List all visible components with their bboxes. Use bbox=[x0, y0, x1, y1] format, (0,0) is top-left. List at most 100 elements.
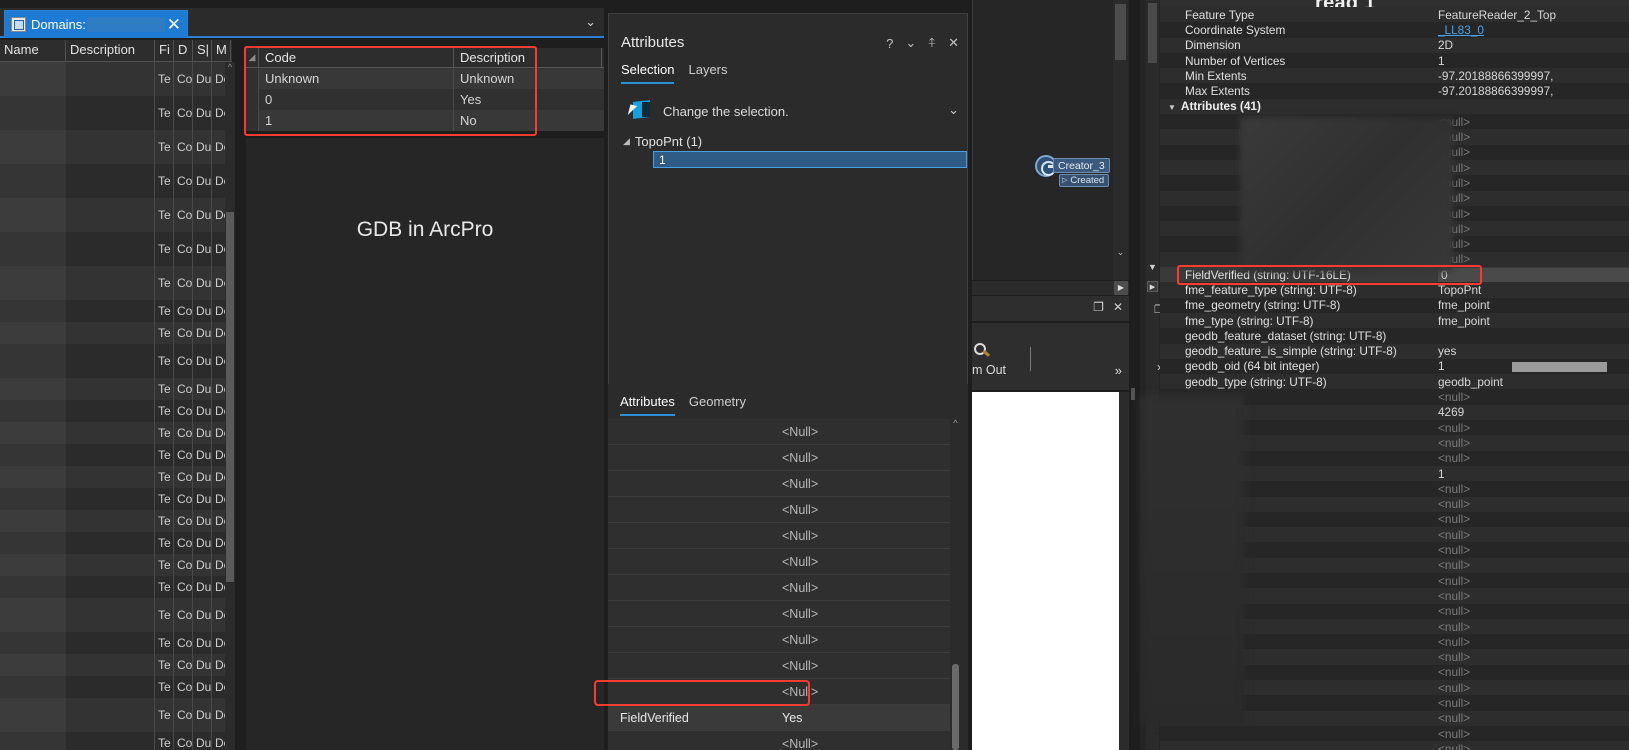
table-row[interactable]: Te Co Du De bbox=[0, 232, 232, 266]
table-row[interactable]: Te Co Du De bbox=[0, 400, 232, 422]
tab-geometry[interactable]: Geometry bbox=[689, 394, 746, 416]
tab-domains[interactable]: Domains: ✕ bbox=[4, 10, 188, 38]
table-row[interactable]: Te Co Du De bbox=[0, 676, 232, 698]
scrollbar-thumb[interactable] bbox=[226, 212, 234, 582]
table-row[interactable]: Te Co Du De bbox=[0, 266, 232, 300]
inspector-row[interactable]: Feature Type FeatureReader_2_Top bbox=[1160, 7, 1629, 23]
table-row[interactable]: Te Co Du De bbox=[0, 378, 232, 400]
code-grid-row[interactable]: Unknown Unknown bbox=[246, 68, 604, 89]
table-row[interactable]: FieldVerified Yes bbox=[608, 705, 956, 731]
col-header-code-description[interactable]: Description bbox=[454, 48, 602, 67]
table-row[interactable]: <Null> bbox=[608, 731, 956, 750]
scroll-right-icon[interactable]: ▶ bbox=[1147, 281, 1158, 292]
table-row[interactable]: Te Co Du De bbox=[0, 466, 232, 488]
col-header-code[interactable]: Code bbox=[259, 48, 454, 67]
inspector-row[interactable]: Min Extents -97.20188866399997, bbox=[1160, 68, 1629, 84]
col-header-split-policy[interactable]: S| bbox=[193, 40, 212, 61]
table-row[interactable]: Te Co Du De bbox=[0, 598, 232, 632]
scroll-up-icon[interactable]: ^ bbox=[950, 418, 961, 428]
inspector-row[interactable]: <null> bbox=[1160, 725, 1629, 742]
code-grid-row[interactable]: 0 Yes bbox=[246, 89, 604, 110]
inspector-row[interactable]: fme_feature_type (string: UTF-8) TopoPnt bbox=[1160, 282, 1629, 298]
scroll-up-icon[interactable]: ^ bbox=[225, 62, 235, 74]
inspector-group-row[interactable]: ▼ Attributes (41) bbox=[1160, 98, 1629, 115]
cell-property-value[interactable]: _LL83_0 bbox=[1438, 23, 1629, 37]
close-icon[interactable]: ✕ bbox=[948, 35, 959, 51]
inspector-row[interactable]: Number of Vertices 1 bbox=[1160, 52, 1629, 69]
overflow-chevrons-icon[interactable]: » bbox=[1115, 363, 1122, 378]
table-row[interactable]: Te Co Du De bbox=[0, 632, 232, 654]
tab-layers[interactable]: Layers bbox=[688, 62, 727, 84]
selected-feature-row[interactable]: 1 bbox=[653, 151, 967, 168]
inspector-row[interactable]: geodb_feature_is_simple (string: UTF-8) y… bbox=[1160, 343, 1629, 359]
inspector-row[interactable]: geodb_type (string: UTF-8) geodb_point bbox=[1160, 374, 1629, 390]
zoom-out-label[interactable]: m Out bbox=[972, 363, 1006, 377]
pin-icon[interactable]: ⍏ bbox=[928, 35, 936, 51]
zoom-out-icon[interactable] bbox=[974, 343, 990, 359]
chevron-down-icon[interactable]: ⌄ bbox=[585, 14, 596, 30]
creator-output-port[interactable]: ▷ Created bbox=[1059, 174, 1110, 187]
table-row[interactable]: Te Co Du De bbox=[0, 654, 232, 676]
tab-attributes[interactable]: Attributes bbox=[620, 394, 675, 416]
table-row[interactable]: Te Co Du De bbox=[0, 554, 232, 576]
table-row[interactable]: Te Co Du De bbox=[0, 532, 232, 554]
table-row[interactable]: <Null> bbox=[608, 419, 956, 445]
splitter-handle[interactable] bbox=[1131, 388, 1135, 400]
table-row[interactable]: <Null> bbox=[608, 575, 956, 601]
col-header-description[interactable]: Description bbox=[66, 40, 155, 61]
table-row[interactable]: <Null> bbox=[608, 653, 956, 679]
inspector-row[interactable]: Max Extents -97.20188866399997, bbox=[1160, 83, 1629, 99]
table-row[interactable]: Te Co Du De bbox=[0, 444, 232, 466]
table-row[interactable]: Te Co Du De bbox=[0, 300, 232, 322]
table-row[interactable]: <Null> bbox=[608, 523, 956, 549]
table-row[interactable]: Te Co Du De bbox=[0, 422, 232, 444]
inspector-row[interactable]: <null> bbox=[1160, 741, 1629, 750]
table-row[interactable]: <Null> bbox=[608, 627, 956, 653]
change-selection-row[interactable]: Change the selection. ⌄ bbox=[627, 98, 959, 124]
inspector-row[interactable]: fme_geometry (string: UTF-8) fme_point bbox=[1160, 297, 1629, 313]
scrollbar-thumb[interactable] bbox=[952, 664, 959, 750]
chevron-down-icon[interactable]: ⌄ bbox=[905, 35, 916, 51]
domains-grid-scrollbar[interactable]: ^ bbox=[225, 62, 235, 750]
col-header-domain-type[interactable]: D bbox=[174, 40, 193, 61]
collapse-triangle-icon[interactable]: ▼ bbox=[1168, 103, 1176, 112]
workspace-canvas[interactable]: Creator_3 ▷ Created bbox=[972, 0, 1129, 280]
table-row[interactable]: Te Co Du De bbox=[0, 322, 232, 344]
table-row[interactable]: Te Co Du De bbox=[0, 576, 232, 598]
inspector-row[interactable]: geodb_feature_dataset (string: UTF-8) bbox=[1160, 328, 1629, 344]
table-row[interactable]: Te Co Du De bbox=[0, 198, 232, 232]
attributes-table-scrollbar[interactable]: ^ bbox=[950, 418, 961, 750]
table-row[interactable]: <Null> bbox=[608, 471, 956, 497]
layer-node-topopnt[interactable]: ◢ TopoPnt (1) bbox=[623, 134, 702, 149]
scrollbar-thumb[interactable] bbox=[1115, 4, 1126, 60]
help-icon[interactable]: ? bbox=[886, 36, 893, 51]
table-row[interactable]: <Null> bbox=[608, 445, 956, 471]
scroll-right-icon[interactable]: ▶ bbox=[1114, 281, 1128, 295]
inspector-row[interactable]: fme_type (string: UTF-8) fme_point bbox=[1160, 312, 1629, 329]
table-row[interactable]: <Null> bbox=[608, 549, 956, 575]
workspace-horizontal-scrollbar[interactable]: ▶ bbox=[972, 281, 1129, 295]
scroll-down-icon[interactable]: ▼ bbox=[1146, 262, 1159, 272]
restore-window-icon[interactable]: ❐ bbox=[1093, 300, 1104, 314]
workspace-vertical-scrollbar[interactable]: ⌄ bbox=[1113, 0, 1128, 280]
table-row[interactable]: <Null> bbox=[608, 497, 956, 523]
close-icon[interactable]: ✕ bbox=[167, 16, 181, 33]
table-row[interactable]: Te Co Du De bbox=[0, 698, 232, 732]
table-row[interactable]: Te Co Du De bbox=[0, 130, 232, 164]
table-row[interactable]: <Null> bbox=[608, 601, 956, 627]
inspector-row[interactable]: Coordinate System _LL83_0 bbox=[1160, 22, 1629, 38]
table-row[interactable]: <Null> bbox=[608, 679, 956, 705]
chevron-down-icon[interactable]: ⌄ bbox=[948, 102, 959, 118]
table-row[interactable]: Te Co Du De bbox=[0, 96, 232, 130]
close-icon[interactable]: ✕ bbox=[1113, 300, 1123, 314]
col-header-field-type[interactable]: Fi bbox=[155, 40, 174, 61]
table-row[interactable]: Te Co Du De bbox=[0, 344, 232, 378]
table-row[interactable]: Te Co Du De bbox=[0, 62, 232, 96]
scrollbar-thumb[interactable] bbox=[1148, 3, 1157, 63]
inspector-row[interactable]: Dimension 2D bbox=[1160, 37, 1629, 53]
col-header-merge-policy[interactable]: M bbox=[212, 40, 231, 61]
col-header-name[interactable]: Name bbox=[0, 40, 66, 61]
tab-selection[interactable]: Selection bbox=[621, 62, 675, 84]
table-row[interactable]: Te Co Du De bbox=[0, 488, 232, 510]
scroll-down-icon[interactable]: ⌄ bbox=[1113, 247, 1128, 258]
